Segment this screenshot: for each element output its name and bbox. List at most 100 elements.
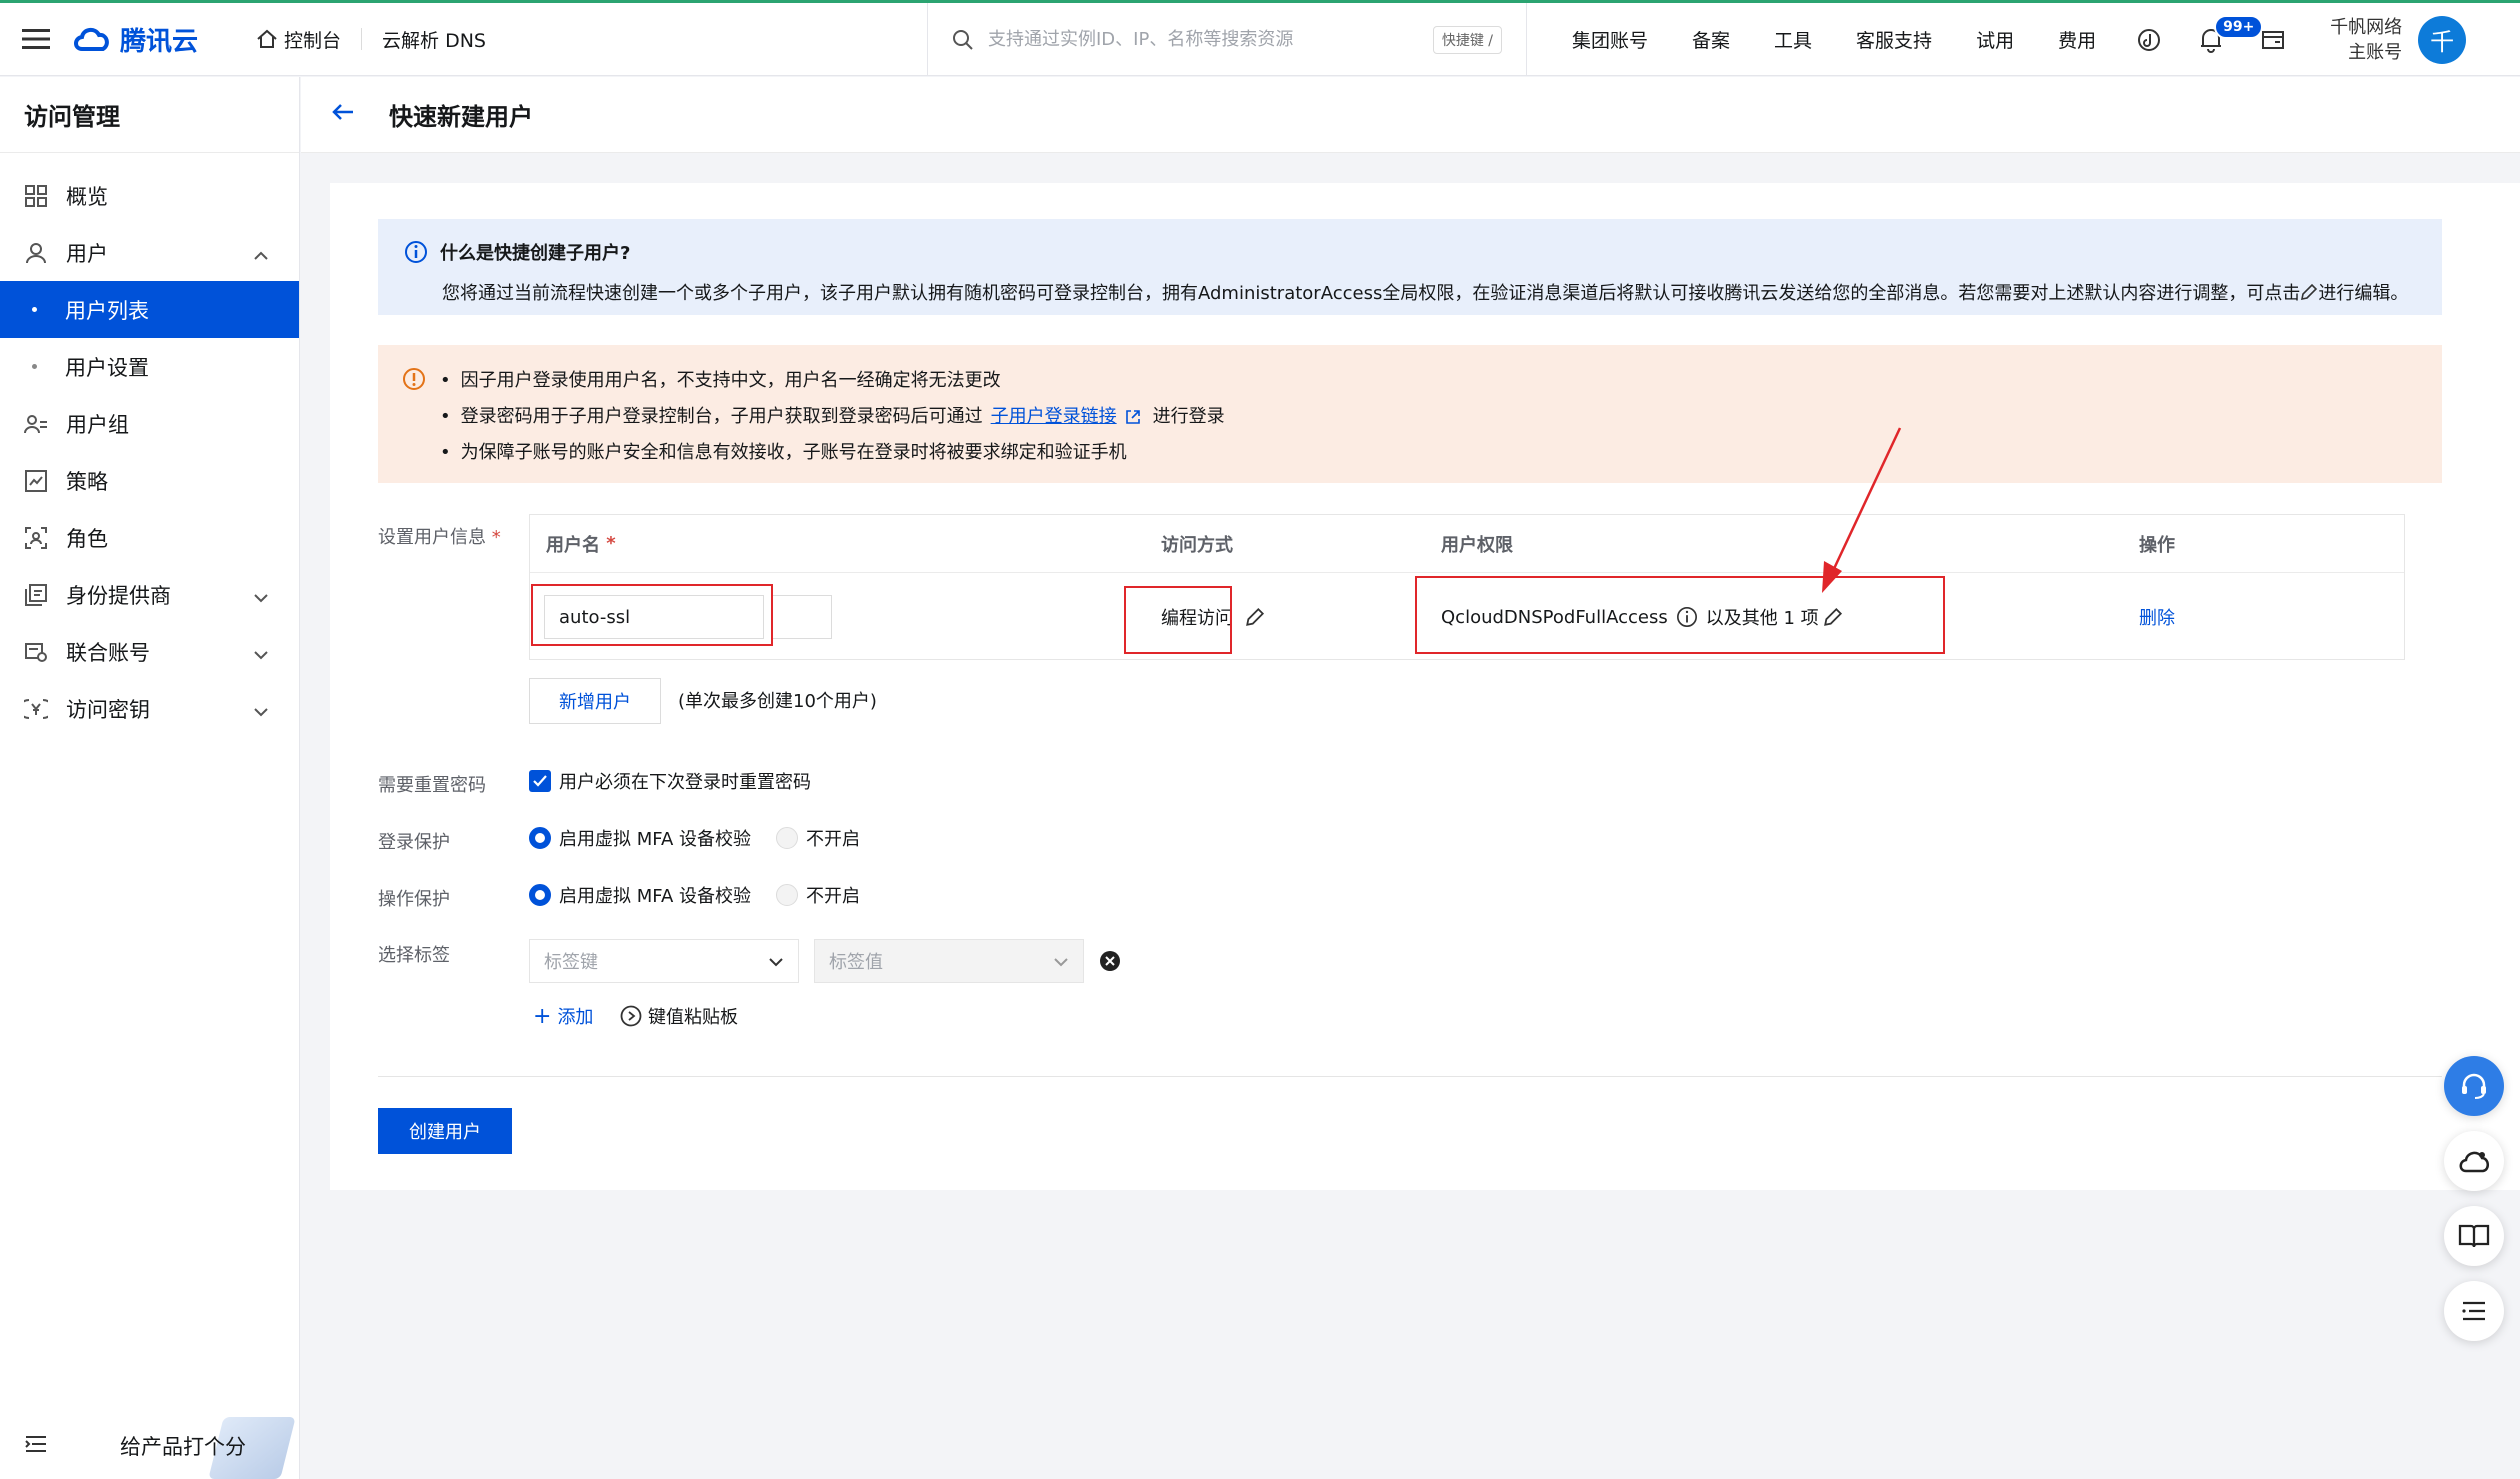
customer-service-button[interactable]	[2444, 1056, 2504, 1116]
global-search[interactable]: 快捷键 /	[927, 3, 1527, 76]
bullet-icon	[32, 364, 37, 369]
login-mfa-on-radio[interactable]: 启用虚拟 MFA 设备校验	[529, 825, 751, 851]
annotation-box-access	[1124, 586, 1232, 654]
sidebar-title: 访问管理	[0, 77, 299, 153]
notification-bell[interactable]: 99+	[2180, 3, 2264, 76]
add-tag-button[interactable]: + 添加	[533, 1003, 593, 1029]
home-icon	[257, 29, 277, 48]
workorder-icon[interactable]	[2242, 3, 2304, 76]
product-link[interactable]: 云解析 DNS	[362, 26, 506, 53]
user-icon	[24, 241, 48, 265]
cloud-assistant-button[interactable]	[2444, 1131, 2504, 1191]
nav-group-account[interactable]: 集团账号	[1550, 26, 1670, 53]
tiktok-style-icon[interactable]	[2118, 3, 2180, 76]
chevron-down-icon	[1053, 952, 1069, 973]
radio-label: 启用虚拟 MFA 设备校验	[559, 829, 751, 850]
brand-name: 腾讯云	[120, 26, 199, 57]
tencent-cloud-logo[interactable]: 腾讯云	[72, 21, 198, 58]
console-link[interactable]: 控制台	[236, 26, 361, 53]
rate-product-button[interactable]: 给产品打个分	[120, 1413, 300, 1479]
nav-icp[interactable]: 备案	[1670, 26, 1752, 53]
column-header-access: 访问方式	[1161, 534, 1233, 556]
warning-line-1: 因子用户登录使用用户名，不支持中文，用户名一经确定将无法更改	[460, 370, 1001, 391]
nav-support[interactable]: 客服支持	[1834, 26, 1954, 53]
sidebar-item-identity-providers[interactable]: 身份提供商	[0, 566, 299, 623]
identity-provider-icon	[24, 583, 48, 607]
add-tag-label: 添加	[557, 1007, 594, 1028]
avatar[interactable]: 千	[2418, 15, 2467, 64]
cloud-logo-icon	[74, 28, 109, 51]
edit-access-icon[interactable]	[1245, 607, 1265, 627]
radio-selected-icon	[529, 827, 551, 849]
docs-button[interactable]	[2444, 1206, 2504, 1266]
sidebar-item-label: 联合账号	[66, 640, 150, 665]
page-title: 快速新建用户	[389, 103, 533, 131]
info-text: 您将通过当前流程快速创建一个或多个子用户，该子用户默认拥有随机密码可登录控制台，…	[442, 283, 2301, 304]
radio-unselected-icon	[776, 827, 798, 849]
tag-key-select[interactable]: 标签键	[529, 939, 799, 983]
chevron-up-icon	[253, 242, 269, 266]
sidebar-item-user-list[interactable]: 用户列表	[0, 281, 299, 338]
nav-tools[interactable]: 工具	[1752, 26, 1834, 53]
form-divider	[378, 1076, 2442, 1077]
collapse-sidebar-icon[interactable]	[24, 1434, 48, 1459]
operation-mfa-on-radio[interactable]: 启用虚拟 MFA 设备校验	[529, 882, 751, 908]
menu-icon[interactable]	[0, 3, 72, 76]
login-mfa-off-radio[interactable]: 不开启	[776, 825, 860, 851]
sidebar-item-overview[interactable]: 概览	[0, 167, 299, 224]
nav-trial[interactable]: 试用	[1954, 26, 2036, 53]
paste-tag-button[interactable]: 键值粘贴板	[620, 1003, 738, 1029]
tag-value-select: 标签值	[814, 939, 1084, 983]
chevron-down-icon	[253, 641, 269, 665]
operation-protection-label: 操作保护	[378, 889, 450, 910]
sidebar-footer: 给产品打个分	[0, 1413, 300, 1479]
play-circle-icon	[620, 1005, 642, 1027]
list-menu-button[interactable]	[2444, 1281, 2504, 1341]
account-menu[interactable]: 千帆网络 主账号 千	[2330, 15, 2467, 65]
external-link-icon[interactable]	[1125, 409, 1141, 425]
sidebar-item-user-groups[interactable]: 用户组	[0, 395, 299, 452]
sidebar-item-access-keys[interactable]: 访问密钥	[0, 680, 299, 737]
add-user-hint: (单次最多创建10个用户)	[678, 691, 877, 712]
account-type: 主账号	[2348, 41, 2403, 63]
radio-label: 不开启	[806, 886, 860, 907]
checkbox-checked-icon	[529, 770, 551, 792]
info-text-tail: 进行编辑。	[2318, 283, 2409, 304]
search-input[interactable]	[988, 29, 1419, 50]
warning-icon	[403, 368, 425, 390]
remove-tag-icon[interactable]	[1099, 950, 1121, 972]
warning-line-2-tail: 进行登录	[1152, 406, 1225, 427]
sidebar-item-user-settings[interactable]: 用户设置	[0, 338, 299, 395]
add-user-button[interactable]: 新增用户	[529, 678, 661, 724]
sidebar-item-federated-accounts[interactable]: 联合账号	[0, 623, 299, 680]
sidebar-item-roles[interactable]: 角色	[0, 509, 299, 566]
back-arrow-icon[interactable]	[331, 103, 355, 126]
radio-label: 不开启	[806, 829, 860, 850]
sidebar-item-label: 用户	[66, 241, 108, 266]
warning-line-2: 登录密码用于子用户登录控制台，子用户获取到登录密码后可通过	[460, 406, 983, 427]
account-info: 千帆网络 主账号	[2330, 15, 2402, 65]
role-icon	[24, 526, 48, 550]
info-title: 什么是快捷创建子用户?	[440, 243, 631, 264]
sidebar-item-label: 身份提供商	[66, 583, 171, 608]
sub-user-login-link[interactable]: 子用户登录链接	[991, 399, 1117, 435]
chevron-down-icon	[768, 952, 784, 973]
create-user-button[interactable]: 创建用户	[378, 1108, 512, 1154]
info-alert: 什么是快捷创建子用户? 您将通过当前流程快速创建一个或多个子用户，该子用户默认拥…	[378, 219, 2442, 315]
username-suffix-box[interactable]	[772, 595, 832, 639]
sidebar-item-policies[interactable]: 策略	[0, 452, 299, 509]
delete-row-button[interactable]: 删除	[2139, 604, 2175, 630]
operation-mfa-off-radio[interactable]: 不开启	[776, 882, 860, 908]
tag-value-placeholder: 标签值	[829, 952, 883, 973]
radio-label: 启用虚拟 MFA 设备校验	[559, 886, 751, 907]
bullet-icon	[32, 307, 37, 312]
annotation-box-username	[531, 584, 773, 646]
sidebar-item-users[interactable]: 用户	[0, 224, 299, 281]
nav-billing[interactable]: 费用	[2036, 26, 2118, 53]
sidebar-item-label: 策略	[66, 469, 108, 494]
reset-password-checkbox[interactable]: 用户必须在下次登录时重置密码	[529, 768, 811, 794]
page-header: 快速新建用户	[301, 77, 2520, 153]
console-label: 控制台	[284, 29, 342, 52]
chevron-down-icon	[253, 698, 269, 722]
sidebar-item-label: 访问密钥	[66, 697, 150, 722]
